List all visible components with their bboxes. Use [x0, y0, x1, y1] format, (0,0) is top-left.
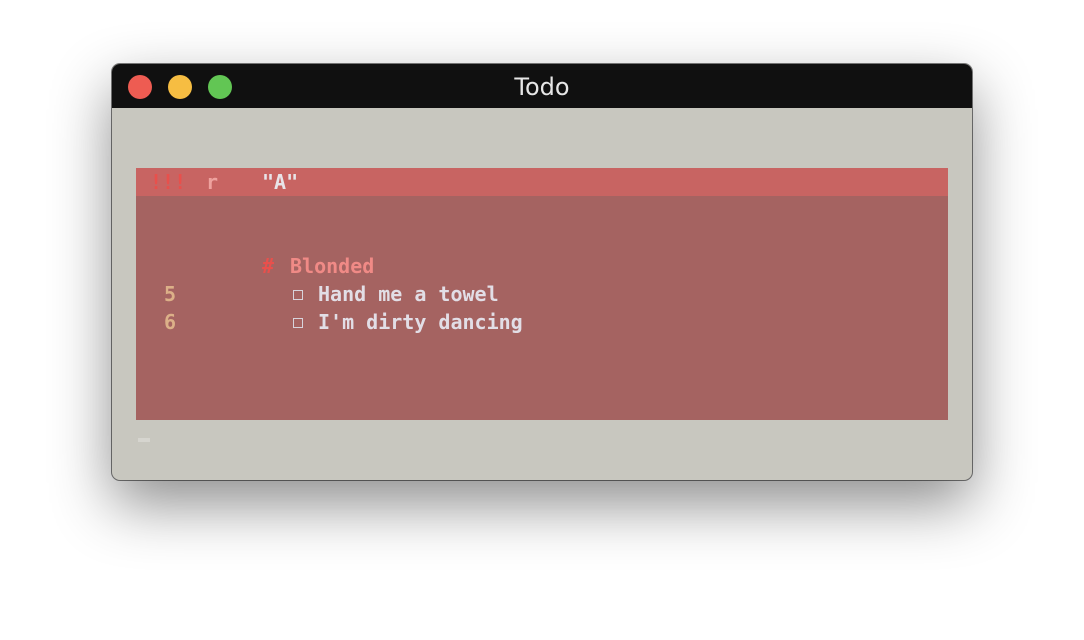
section-heading: Blonded: [290, 254, 375, 278]
cursor-hint: [138, 438, 150, 442]
line-number: 5: [164, 282, 177, 306]
register-indicator: "A": [262, 170, 299, 194]
todo-window: Todo !!! r "A" # Blonded 5 Hand me a tow…: [112, 64, 972, 480]
status-bar: !!! r "A": [136, 168, 948, 196]
checkbox-icon[interactable]: [293, 318, 303, 328]
checkbox-icon[interactable]: [293, 290, 303, 300]
item-text: Hand me a towel: [318, 282, 499, 306]
item-text: I'm dirty dancing: [318, 310, 523, 334]
priority-indicator: !!!: [150, 170, 187, 194]
window-title: Todo: [514, 73, 570, 101]
todo-panel[interactable]: !!! r "A" # Blonded 5 Hand me a towel 6 …: [136, 168, 948, 420]
mode-indicator: r: [206, 170, 219, 194]
title-bar: Todo: [112, 64, 972, 108]
line-number: 6: [164, 310, 177, 334]
heading-marker: #: [262, 254, 275, 278]
